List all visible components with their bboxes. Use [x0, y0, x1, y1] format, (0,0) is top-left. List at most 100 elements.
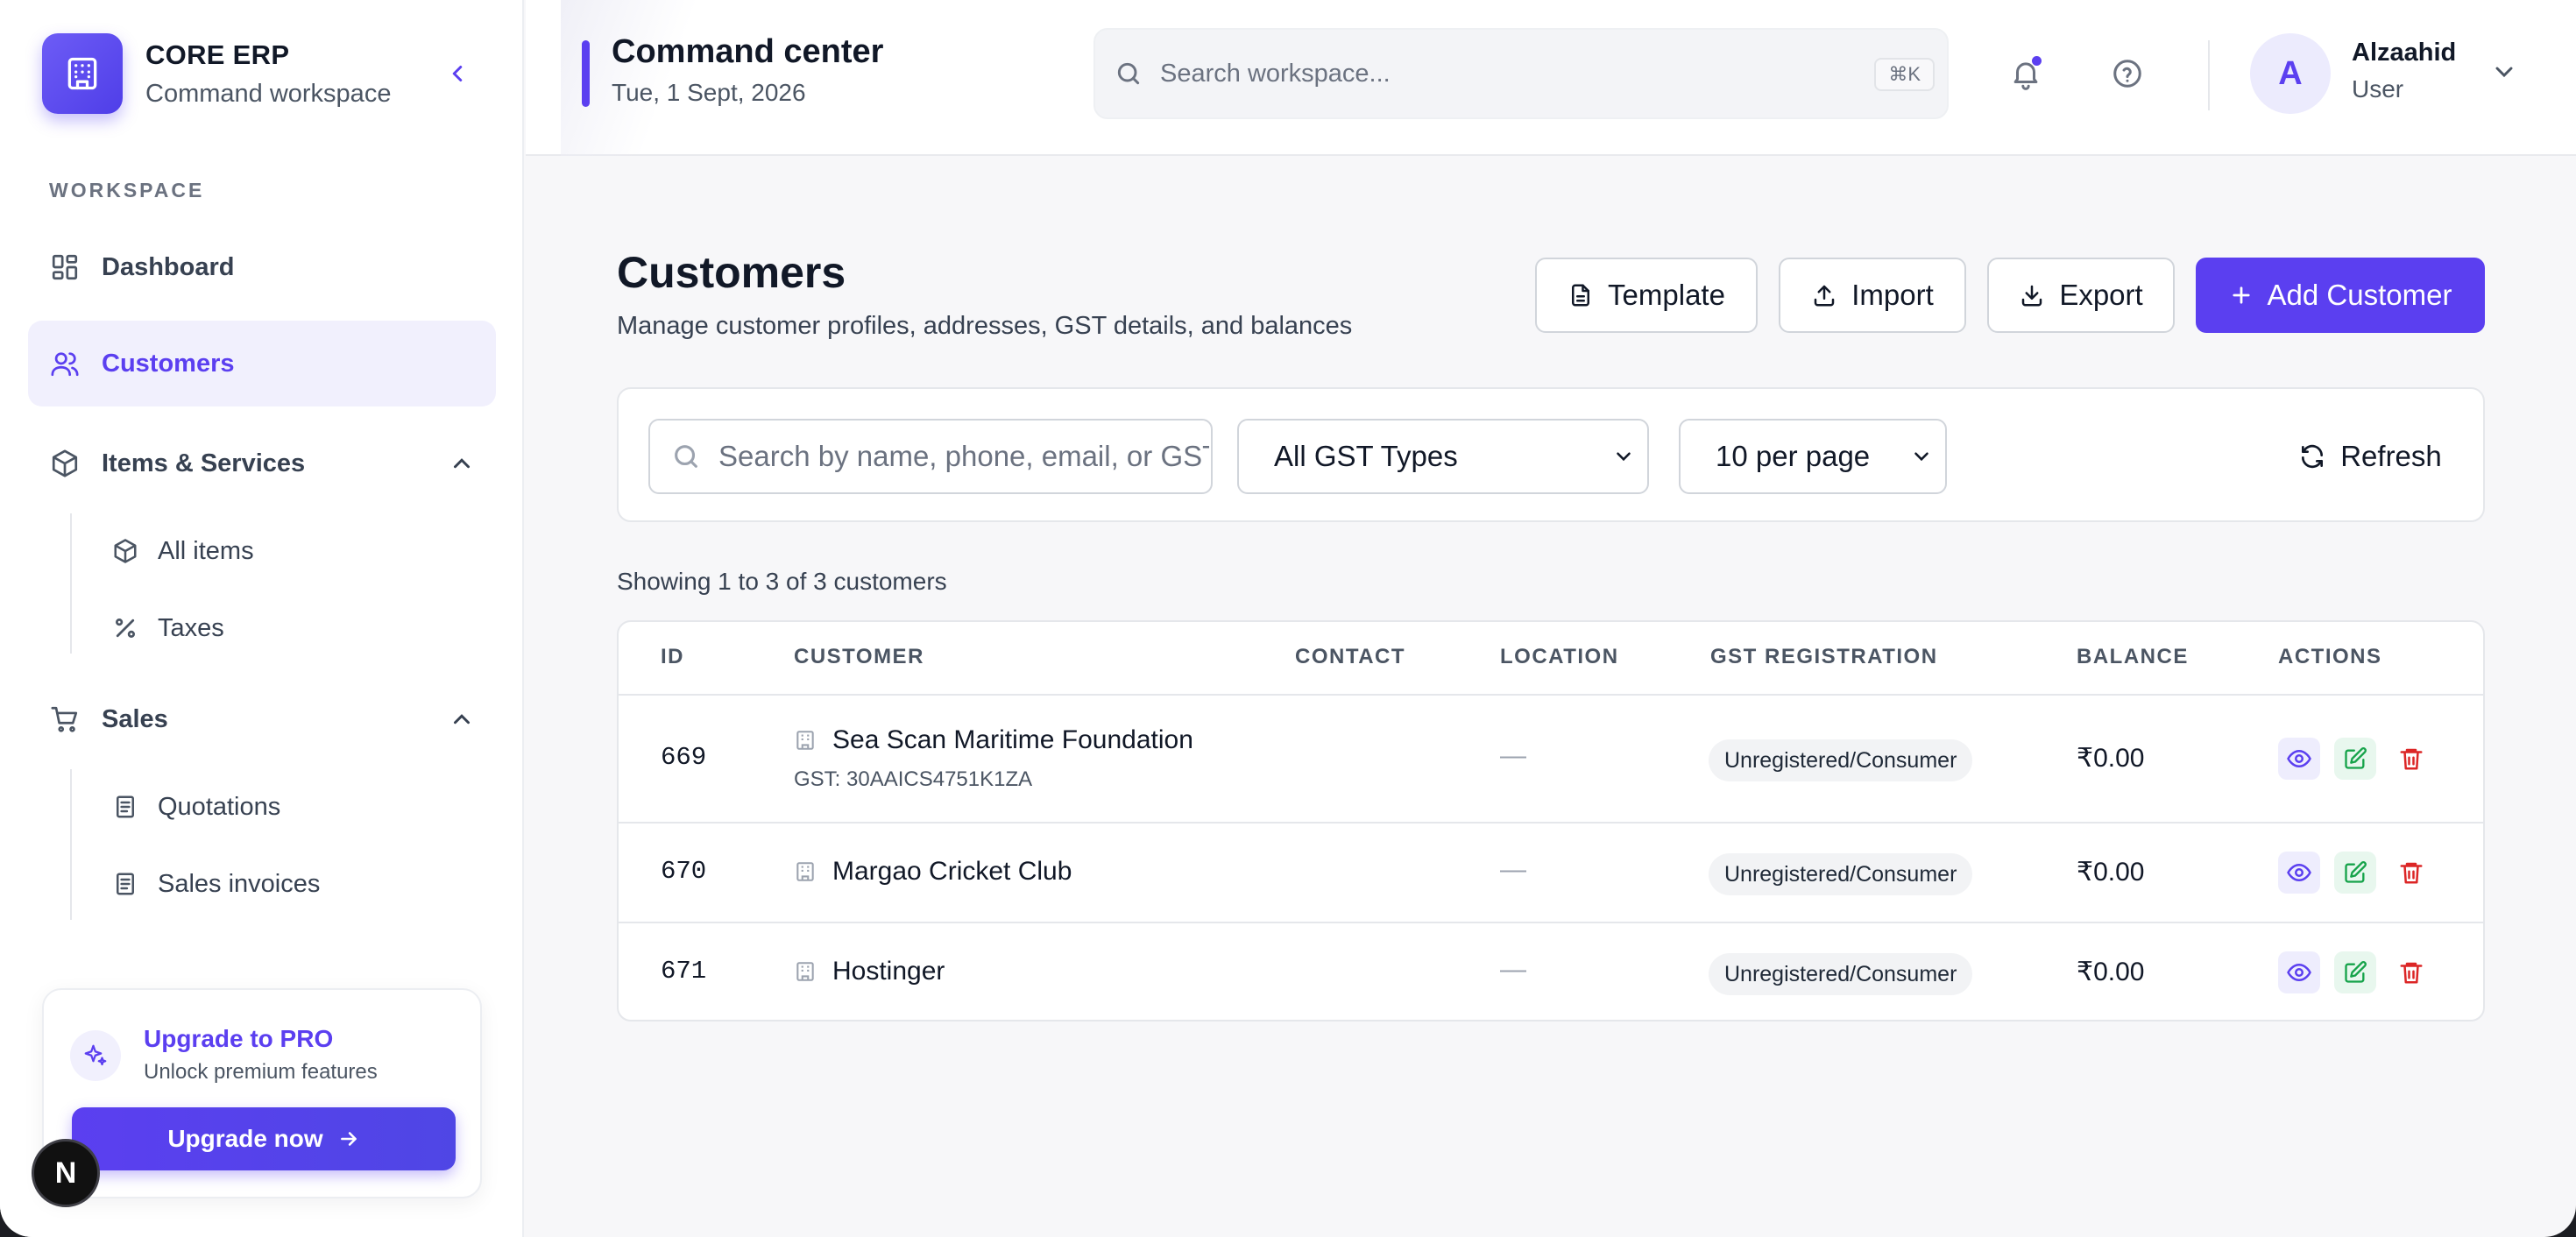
user-name: Alzaahid — [2352, 39, 2457, 67]
view-button[interactable] — [2278, 951, 2320, 993]
submenu-line — [70, 513, 72, 654]
header-title: Command center — [612, 33, 884, 70]
brand[interactable]: CORE ERP Command workspace — [42, 33, 391, 114]
workspace-search-input[interactable] — [1160, 59, 1844, 88]
cart-icon — [49, 703, 81, 735]
sidebar-item-label: All items — [158, 536, 254, 565]
customer-gst-number: GST: 30AAICS4751K1ZA — [794, 767, 1033, 791]
import-button-label: Import — [1851, 279, 1934, 311]
column-header-customer: CUSTOMER — [794, 645, 924, 668]
plus-icon — [2232, 286, 2250, 304]
cell-balance: ₹0.00 — [2077, 958, 2145, 986]
cell-customer[interactable]: Margao Cricket Club — [794, 857, 1072, 887]
edit-icon — [2345, 747, 2367, 769]
export-button-label: Export — [2059, 279, 2143, 311]
cell-location: — — [1500, 955, 1526, 984]
customer-search-input[interactable] — [718, 440, 1209, 473]
search-shortcut: ⌘K — [1874, 58, 1935, 91]
sidebar-item-dashboard[interactable]: Dashboard — [28, 224, 496, 310]
refresh-button[interactable]: Refresh — [2273, 419, 2467, 494]
sidebar: CORE ERP Command workspace WORKSPACE Das… — [0, 0, 524, 1237]
sidebar-item-customers[interactable]: Customers — [28, 321, 496, 406]
filter-bar: All GST Types 10 per page Refresh — [617, 387, 2485, 522]
edit-button[interactable] — [2334, 738, 2376, 780]
cell-balance: ₹0.00 — [2077, 858, 2145, 887]
upgrade-button-label: Upgrade now — [167, 1125, 323, 1152]
notifications-button[interactable] — [1999, 47, 2052, 100]
gst-type-select[interactable]: All GST Types — [1237, 419, 1649, 494]
collapse-sidebar-button[interactable] — [438, 54, 477, 93]
avatar[interactable]: A — [2250, 33, 2331, 114]
view-button[interactable] — [2278, 738, 2320, 780]
customer-search[interactable] — [648, 419, 1213, 494]
users-icon — [49, 348, 81, 379]
cell-balance: ₹0.00 — [2077, 744, 2145, 773]
sidebar-item-label: Dashboard — [102, 252, 235, 281]
chevron-down-icon — [1914, 452, 1928, 462]
delete-button[interactable] — [2390, 951, 2432, 993]
column-header-balance: BALANCE — [2077, 645, 2189, 668]
sidebar-item-all-items[interactable]: All items — [95, 517, 480, 585]
sidebar-item-quotations[interactable]: Quotations — [95, 773, 480, 841]
delete-button[interactable] — [2390, 738, 2432, 780]
cell-location: — — [1500, 855, 1526, 884]
sparkles-icon — [70, 1030, 121, 1081]
chevron-left-icon — [452, 66, 463, 81]
per-page-select[interactable]: 10 per page — [1679, 419, 1947, 494]
workspace-search[interactable]: ⌘K — [1093, 28, 1949, 119]
add-customer-button[interactable]: Add Customer — [2196, 258, 2485, 333]
cell-customer[interactable]: Hostinger — [794, 957, 945, 986]
sidebar-item-sales-invoices[interactable]: Sales invoices — [95, 850, 480, 918]
edit-button[interactable] — [2334, 852, 2376, 894]
customer-name: Sea Scan Maritime Foundation — [832, 725, 1193, 754]
upgrade-card: Upgrade to PRO Unlock premium features U… — [42, 988, 482, 1198]
table-row[interactable]: 671 Hostinger — Unregistered/Consumer ₹0… — [619, 923, 2483, 1020]
help-button[interactable] — [2101, 47, 2154, 100]
help-icon — [2113, 60, 2141, 88]
chevron-up-icon — [454, 458, 470, 469]
add-customer-label: Add Customer — [2267, 279, 2452, 311]
cell-id: 669 — [661, 743, 707, 772]
template-button[interactable]: Template — [1535, 258, 1758, 333]
app-window: CORE ERP Command workspace WORKSPACE Das… — [0, 0, 2576, 1237]
sidebar-item-items-services[interactable]: Items & Services — [28, 421, 496, 506]
edit-button[interactable] — [2334, 951, 2376, 993]
header-divider — [2208, 40, 2210, 110]
sidebar-item-label: Sales — [102, 704, 168, 733]
chevron-down-icon[interactable] — [2490, 58, 2518, 86]
status-badge: Unregistered/Consumer — [1709, 953, 1973, 995]
export-button[interactable]: Export — [1987, 258, 2175, 333]
section-label-workspace: WORKSPACE — [49, 179, 205, 201]
download-icon — [2022, 285, 2042, 307]
upload-icon — [1814, 285, 1835, 307]
sidebar-item-label: Items & Services — [102, 449, 306, 477]
arrow-right-icon — [340, 1132, 357, 1146]
upgrade-now-button[interactable]: Upgrade now — [72, 1107, 456, 1170]
sidebar-item-label: Quotations — [158, 792, 281, 821]
submenu-line — [70, 769, 72, 920]
status-badge: Unregistered/Consumer — [1709, 853, 1973, 895]
edit-icon — [2345, 861, 2367, 883]
box-icon — [49, 448, 81, 479]
sidebar-item-taxes[interactable]: Taxes — [95, 594, 480, 662]
sidebar-item-label: Taxes — [158, 613, 224, 642]
top-header: Command center Tue, 1 Sept, 2026 ⌘K A Al… — [526, 0, 2576, 156]
table-row[interactable]: 670 Margao Cricket Club — Unregistered/C… — [619, 823, 2483, 923]
cell-id: 670 — [661, 857, 707, 886]
n-logo-badge[interactable]: N — [32, 1139, 100, 1207]
notification-dot — [2032, 56, 2042, 66]
table-row[interactable]: 669 Sea Scan Maritime Foundation GST: 30… — [619, 696, 2483, 823]
building-icon — [796, 731, 814, 750]
view-button[interactable] — [2278, 852, 2320, 894]
user-role: User — [2352, 75, 2404, 102]
edit-icon — [2345, 961, 2367, 983]
import-button[interactable]: Import — [1779, 258, 1966, 333]
delete-button[interactable] — [2390, 852, 2432, 894]
cell-customer[interactable]: Sea Scan Maritime Foundation — [794, 725, 1193, 755]
sidebar-item-sales[interactable]: Sales — [28, 676, 496, 762]
building-icon — [796, 962, 814, 981]
column-header-actions: ACTIONS — [2278, 645, 2382, 668]
search-icon — [1117, 62, 1140, 85]
eye-icon — [2287, 963, 2311, 982]
box-icon — [114, 539, 137, 563]
